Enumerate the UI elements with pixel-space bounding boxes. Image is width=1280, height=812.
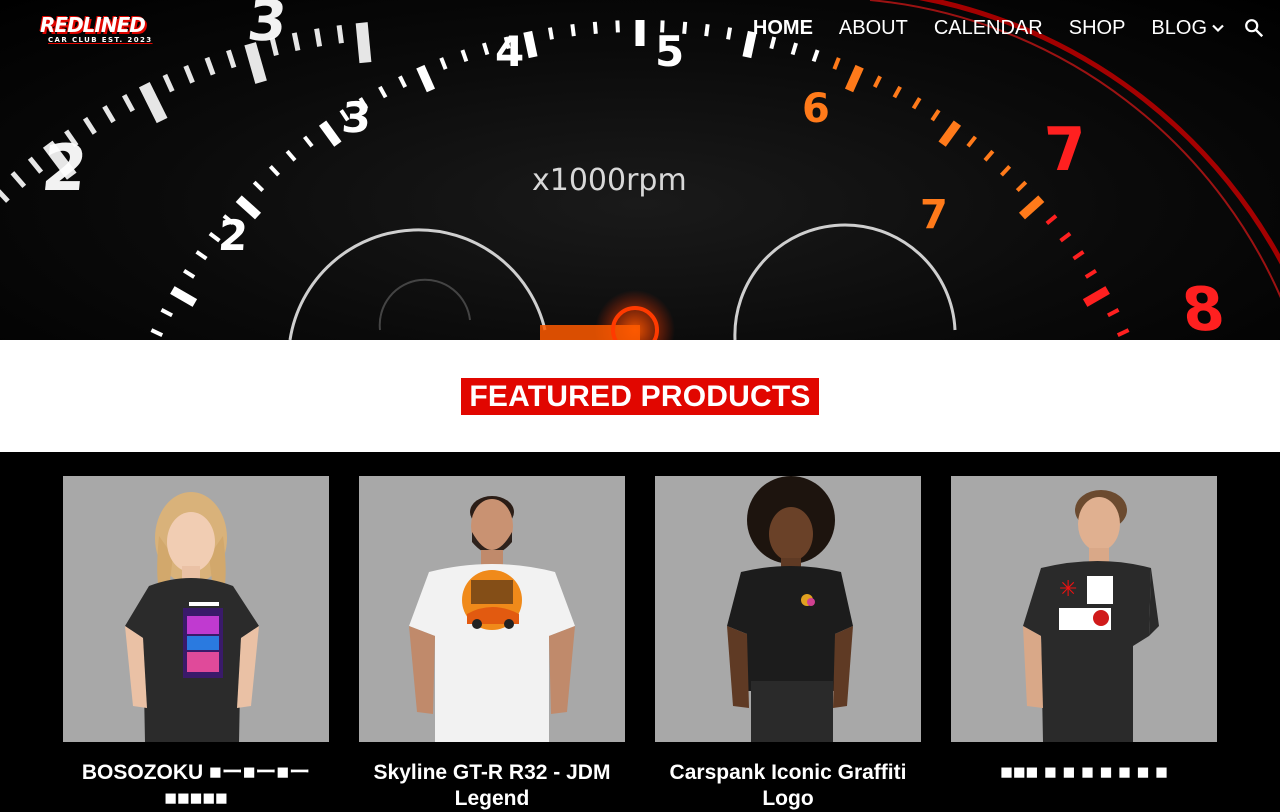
svg-text:5: 5 xyxy=(655,27,684,76)
product-grid: BOSOZOKU ■ー■ー■ー■■■■■ Skyline GT-R R32 - … xyxy=(0,452,1280,810)
search-button[interactable] xyxy=(1242,16,1266,40)
svg-text:2: 2 xyxy=(38,131,90,206)
nav-shop[interactable]: SHOP xyxy=(1056,16,1139,40)
svg-text:3: 3 xyxy=(340,93,373,142)
product-card[interactable]: ✳ ■■■ ■ ■ ■ ■ ■ ■ ■ xyxy=(951,476,1217,786)
product-card[interactable]: BOSOZOKU ■ー■ー■ー■■■■■ xyxy=(63,476,329,812)
site-logo[interactable]: REDLINED CAR CLUB EST. 2023 xyxy=(40,14,160,46)
hero-banner: 3 2 3 2 4 5 6 7 7 8 x1000rpm REDLINED CA… xyxy=(0,0,1280,340)
svg-text:3: 3 xyxy=(244,0,290,54)
svg-text:✳: ✳ xyxy=(1059,577,1077,602)
logo-wordmark: REDLINED xyxy=(40,13,146,37)
nav-home[interactable]: HOME xyxy=(740,16,826,40)
nav-about[interactable]: ABOUT xyxy=(826,16,921,40)
product-card[interactable]: Skyline GT-R R32 - JDM Legend xyxy=(359,476,625,812)
product-image[interactable] xyxy=(359,476,625,742)
svg-text:7: 7 xyxy=(1042,115,1091,185)
svg-text:8: 8 xyxy=(1179,275,1228,340)
product-image[interactable] xyxy=(655,476,921,742)
main-navigation: HOME ABOUT CALENDAR SHOP BLOG xyxy=(740,16,1266,40)
product-image[interactable] xyxy=(63,476,329,742)
product-image[interactable]: ✳ xyxy=(951,476,1217,742)
gauge-unit-label: x1000rpm xyxy=(532,163,687,198)
nav-calendar[interactable]: CALENDAR xyxy=(921,16,1056,40)
featured-products-heading: FEATURED PRODUCTS xyxy=(461,377,819,415)
chevron-down-icon xyxy=(1212,24,1224,33)
product-title[interactable]: Skyline GT-R R32 - JDM Legend xyxy=(359,760,625,812)
product-card[interactable]: Carspank Iconic Graffiti Logo xyxy=(655,476,921,812)
svg-text:7: 7 xyxy=(920,192,948,238)
product-title[interactable]: BOSOZOKU ■ー■ー■ー■■■■■ xyxy=(63,760,329,812)
nav-blog[interactable]: BLOG xyxy=(1138,16,1238,40)
svg-text:4: 4 xyxy=(495,27,524,76)
nav-blog-label: BLOG xyxy=(1151,17,1207,39)
featured-section-header: FEATURED PRODUCTS xyxy=(0,340,1280,452)
tachometer-image: 3 2 3 2 4 5 6 7 7 8 x1000rpm xyxy=(0,0,1280,340)
search-icon xyxy=(1245,19,1264,38)
logo-tagline: CAR CLUB EST. 2023 xyxy=(48,36,153,44)
product-title[interactable]: Carspank Iconic Graffiti Logo xyxy=(655,760,921,812)
svg-text:6: 6 xyxy=(802,86,830,132)
svg-text:2: 2 xyxy=(217,211,250,260)
product-title[interactable]: ■■■ ■ ■ ■ ■ ■ ■ ■ xyxy=(951,760,1217,786)
